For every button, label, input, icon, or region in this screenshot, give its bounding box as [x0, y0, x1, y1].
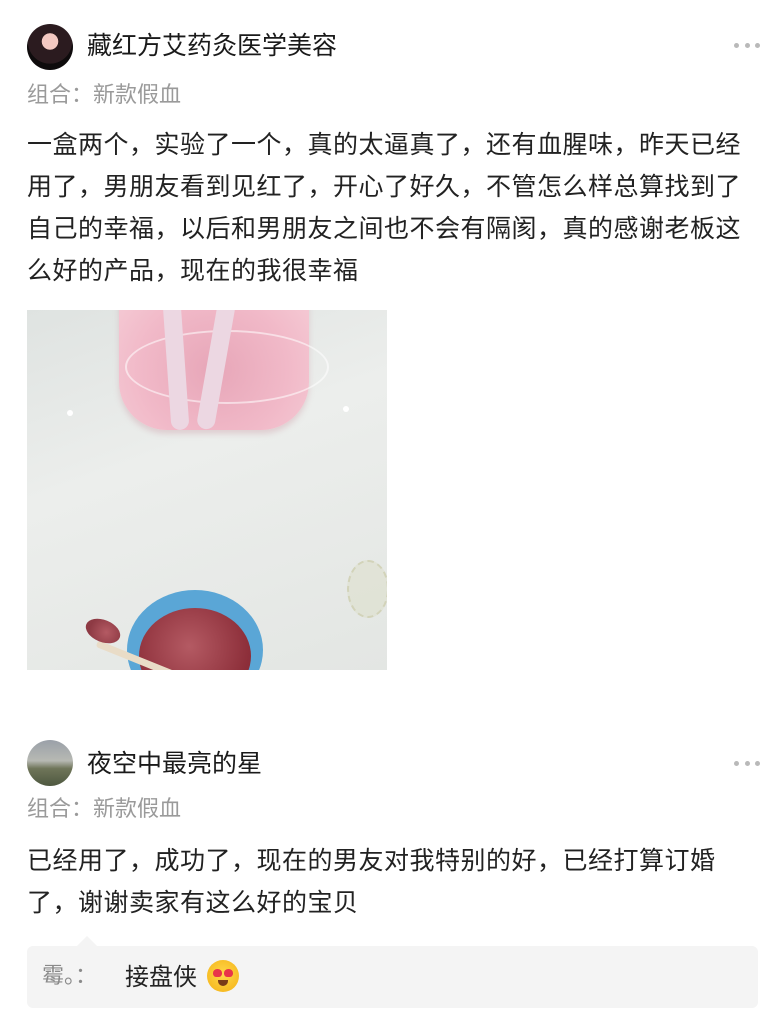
review-text: 已经用了，成功了，现在的男友对我特别的好，已经打算订婚了，谢谢卖家有这么好的宝贝: [27, 846, 716, 917]
heart-eyes-emoji-icon: [207, 960, 239, 992]
review-item: 夜空中最亮的星 组合：新款假血 已经用了，成功了，现在的男友对我特别的好，已经打…: [0, 724, 782, 1008]
more-dots-icon[interactable]: [734, 758, 760, 768]
sku-label: 组合：新款假血: [27, 797, 182, 822]
avatar[interactable]: [27, 24, 73, 70]
more-dots-icon[interactable]: [734, 40, 760, 50]
avatar[interactable]: [27, 740, 73, 786]
reply-author[interactable]: 霉。：: [42, 962, 97, 992]
username[interactable]: 藏红方艾药灸医学美容: [87, 28, 337, 64]
review-text: 一盒两个，实验了一个，真的太逼真了，还有血腥味，昨天已经用了，男朋友看到见红了，…: [27, 130, 742, 285]
reply-box[interactable]: 霉。： 接盘侠: [27, 936, 758, 1008]
review-item: 藏红方艾药灸医学美容 组合：新款假血 一盒两个，实验了一个，真的太逼真了，还有血…: [0, 0, 782, 670]
sku-label: 组合：新款假血: [27, 83, 182, 108]
review-header: 夜空中最亮的星: [0, 724, 782, 796]
review-photo[interactable]: [27, 310, 387, 670]
review-list: 藏红方艾药灸医学美容 组合：新款假血 一盒两个，实验了一个，真的太逼真了，还有血…: [0, 0, 782, 1025]
review-header: 藏红方艾药灸医学美容: [0, 0, 782, 72]
reply-text: 接盘侠: [125, 963, 197, 991]
username[interactable]: 夜空中最亮的星: [87, 746, 262, 782]
